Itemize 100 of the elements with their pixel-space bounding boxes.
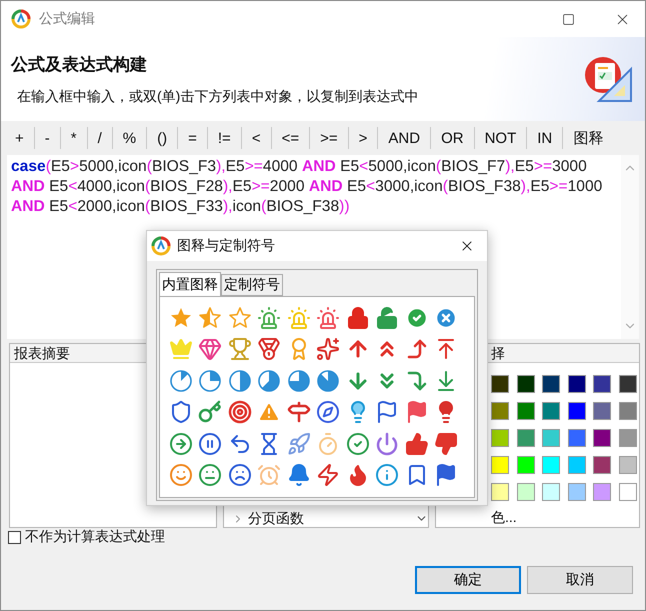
operator-button[interactable]: -: [34, 127, 61, 149]
color-swatch[interactable]: [542, 483, 560, 501]
tab[interactable]: 定制符号: [221, 274, 283, 296]
color-swatch[interactable]: [593, 483, 611, 501]
color-swatch[interactable]: [516, 402, 534, 420]
rocket-icon[interactable]: [286, 432, 310, 456]
popup-title: 图释与定制符号: [177, 237, 276, 255]
operator-button[interactable]: +: [5, 127, 35, 149]
flag-icon[interactable]: [375, 400, 399, 424]
operator-button[interactable]: OR: [431, 127, 475, 149]
unlock-icon[interactable]: [375, 306, 399, 330]
color-swatch[interactable]: [491, 456, 509, 474]
operator-button[interactable]: >=: [310, 127, 349, 149]
tab[interactable]: 内置图释: [159, 272, 221, 296]
color-swatch[interactable]: [542, 429, 560, 447]
thumbs-down-icon[interactable]: [434, 432, 458, 456]
color-swatch[interactable]: [516, 429, 534, 447]
operator-button[interactable]: !=: [208, 127, 242, 149]
color-swatch[interactable]: [618, 483, 636, 501]
lock-icon[interactable]: [346, 306, 370, 330]
compass-icon[interactable]: [316, 400, 340, 424]
pie-chart-icon[interactable]: [316, 368, 340, 392]
color-swatch[interactable]: [568, 429, 586, 447]
pie-chart-icon[interactable]: [198, 368, 222, 392]
operator-button[interactable]: (): [147, 127, 178, 149]
color-swatch[interactable]: [491, 375, 509, 393]
medal-icon[interactable]: [257, 337, 281, 361]
operator-button[interactable]: IN: [527, 127, 564, 149]
color-swatch[interactable]: [618, 429, 636, 447]
tree-item[interactable]: 分页函数: [248, 510, 411, 528]
target-icon[interactable]: [228, 400, 252, 424]
color-swatch[interactable]: [618, 402, 636, 420]
operator-button[interactable]: NOT: [474, 127, 528, 149]
color-swatch[interactable]: [542, 375, 560, 393]
app-logo-icon: [11, 9, 31, 29]
neutral-face-icon[interactable]: [198, 463, 222, 487]
color-swatch[interactable]: [491, 483, 509, 501]
app-logo-icon: [151, 236, 171, 256]
trophy-icon[interactable]: [228, 337, 252, 361]
color-swatch[interactable]: [542, 402, 560, 420]
operator-button[interactable]: AND: [378, 127, 432, 149]
maximize-icon: [562, 12, 574, 26]
operator-button[interactable]: >: [348, 127, 378, 149]
operator-button[interactable]: 图释: [563, 127, 614, 149]
color-swatch[interactable]: [542, 456, 560, 474]
sparkle-icon[interactable]: [316, 337, 340, 361]
operator-button[interactable]: =: [178, 127, 208, 149]
smiley-icon[interactable]: [168, 463, 192, 487]
color-swatch[interactable]: [593, 402, 611, 420]
code-line: case(E5>5000,icon(BIOS_F3),E5>=4000 AND E5<5000,icon(BIOS_F7),E5>=3000: [11, 157, 588, 177]
alarm-light-icon[interactable]: [316, 306, 340, 330]
color-swatch[interactable]: [491, 429, 509, 447]
operator-button[interactable]: %: [112, 127, 148, 149]
window-title: 公式编辑: [39, 10, 96, 28]
pie-chart-icon[interactable]: [257, 368, 281, 392]
pie-chart-icon[interactable]: [228, 368, 252, 392]
color-swatch[interactable]: [491, 402, 509, 420]
lightning-icon[interactable]: [316, 463, 340, 487]
pause-circle-icon[interactable]: [198, 432, 222, 456]
dialog-button[interactable]: 确定: [415, 566, 521, 594]
color-swatch[interactable]: [568, 483, 586, 501]
star-icon[interactable]: [168, 306, 192, 330]
operator-button[interactable]: <: [242, 127, 272, 149]
color-swatch[interactable]: [568, 456, 586, 474]
page-heading: 公式及表达式构建: [11, 54, 148, 76]
check-circle-icon[interactable]: [346, 432, 370, 456]
operator-button[interactable]: /: [88, 127, 113, 149]
color-swatch[interactable]: [593, 429, 611, 447]
arrow-right-circle-icon[interactable]: [168, 432, 192, 456]
operator-button[interactable]: *: [60, 127, 88, 149]
sad-face-icon[interactable]: [228, 463, 252, 487]
flag-icon[interactable]: [434, 463, 458, 487]
half-star-icon[interactable]: [198, 306, 222, 330]
power-icon[interactable]: [375, 432, 399, 456]
gem-icon[interactable]: [198, 337, 222, 361]
star-outline-icon[interactable]: [228, 306, 252, 330]
color-swatch[interactable]: [593, 375, 611, 393]
color-swatch[interactable]: [568, 375, 586, 393]
info-icon[interactable]: [375, 463, 399, 487]
color-swatch[interactable]: [618, 375, 636, 393]
signpost-icon[interactable]: [286, 400, 310, 424]
color-swatch[interactable]: [516, 483, 534, 501]
operator-button[interactable]: <=: [272, 127, 310, 149]
alarm-light-icon[interactable]: [257, 306, 281, 330]
color-swatch[interactable]: [516, 375, 534, 393]
thumbs-up-icon[interactable]: [404, 432, 428, 456]
pie-chart-icon[interactable]: [168, 368, 192, 392]
more-colors-link[interactable]: 色...: [436, 501, 639, 527]
pie-chart-icon[interactable]: [286, 368, 310, 392]
code-line: AND E5<2000,icon(BIOS_F33),icon(BIOS_F38)): [11, 197, 351, 217]
key-icon[interactable]: [198, 400, 222, 424]
dialog-button[interactable]: 取消: [527, 566, 633, 594]
code-line: AND E5<4000,icon(BIOS_F28),E5>=2000 AND E5<3000,icon(BIOS_F38),E5>=1000: [11, 177, 604, 197]
color-swatch[interactable]: [516, 456, 534, 474]
color-swatch[interactable]: [593, 456, 611, 474]
checkbox[interactable]: [8, 530, 21, 544]
bell-icon[interactable]: [286, 463, 310, 487]
color-swatch[interactable]: [618, 456, 636, 474]
color-swatch[interactable]: [568, 402, 586, 420]
checkbox-label: 不作为计算表达式处理: [25, 528, 165, 546]
